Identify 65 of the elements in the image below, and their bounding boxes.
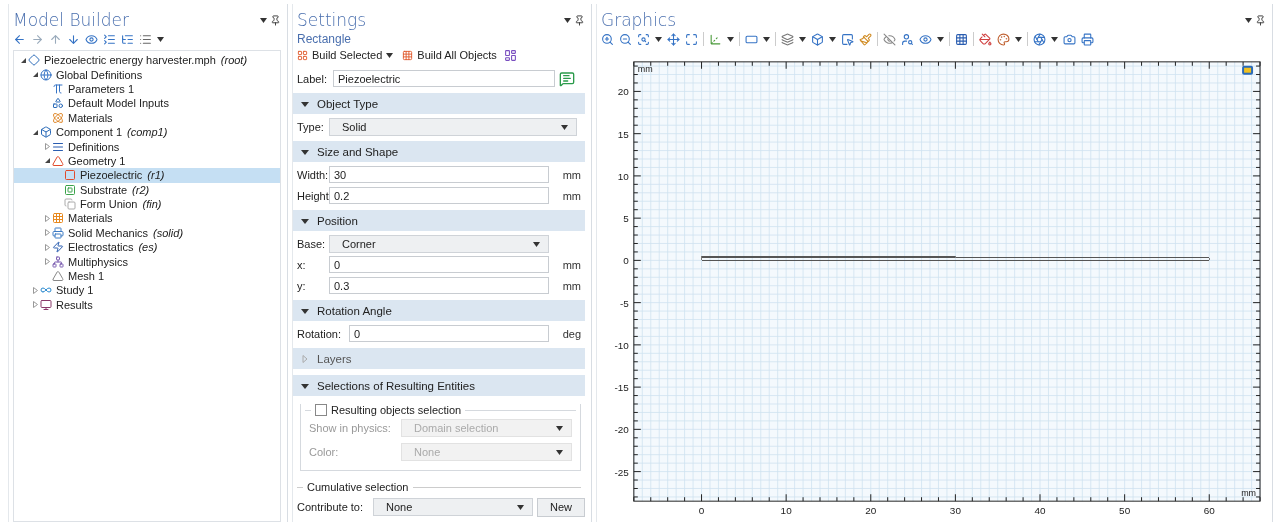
tree-item-label: Results (56, 298, 93, 311)
tree-item-tag: (r1) (147, 169, 165, 182)
field-label: Width: (297, 168, 325, 181)
tree-item-label: Parameters 1 (68, 82, 135, 95)
tick-label: -15 (614, 382, 629, 394)
tick-label: 60 (1203, 505, 1215, 514)
tree-item-label: Solid Mechanics (68, 226, 149, 239)
field-label: y: (297, 279, 307, 292)
axis-unit: mm (1241, 488, 1257, 499)
tree-item-label: Electrostatics (68, 241, 134, 254)
tick-label: 20 (865, 505, 877, 514)
axis-unit: mm (637, 63, 653, 74)
tree-item-label: Piezoelectric (80, 169, 143, 182)
unit-label: mm (561, 258, 581, 271)
field-label: Color: (309, 446, 340, 458)
tick-label: -20 (614, 424, 629, 436)
unit-label: mm (561, 279, 581, 292)
tree-item-label: Materials (68, 212, 113, 225)
tree-item-label: Definitions (68, 140, 120, 153)
tree-item-label: Piezoelectric energy harvester.mph (44, 54, 216, 67)
node-type-label: Rectangle (296, 31, 353, 46)
unit-label: deg (561, 327, 581, 340)
tree-item-label: Multiphysics (68, 255, 128, 268)
tick-label: 5 (623, 213, 629, 225)
field-label: Contribute to: (297, 501, 365, 513)
tree-item-label: Default Model Inputs (68, 97, 169, 110)
unit-label: mm (561, 189, 581, 202)
group-label: Cumulative selection (307, 481, 409, 493)
tick-label: 0 (623, 255, 629, 267)
panel-title: Graphics (601, 10, 677, 30)
field-label: Rotation: (297, 327, 343, 340)
tree-item-label: Study 1 (56, 284, 94, 297)
tree-item-label: Global Definitions (56, 68, 143, 81)
tick-label: -5 (620, 297, 629, 309)
tree-item-tag: (r2) (132, 183, 150, 196)
field-label: Label: (297, 72, 328, 85)
tree-item-tag: (comp1) (127, 126, 168, 139)
tree-item-label: Form Union (80, 198, 138, 211)
tree-item-label: Geometry 1 (68, 154, 126, 167)
tree-item-tag: (es) (138, 241, 158, 254)
tree-item-label: Component 1 (56, 126, 123, 139)
tree-item-label: Mesh 1 (68, 270, 105, 283)
tree-item-label: Substrate (80, 183, 128, 196)
tick-label: 0 (698, 505, 705, 514)
tick-label: 20 (617, 86, 629, 98)
field-label: Type: (297, 121, 325, 133)
tree-item-label: Materials (68, 111, 113, 124)
panel-title: Settings (297, 10, 367, 30)
field-label: x: (297, 258, 307, 271)
tick-label: -25 (614, 466, 629, 478)
tree-item-tag: (solid) (153, 226, 184, 239)
tree-item-tag: (fin) (142, 198, 162, 211)
tick-label: 30 (949, 505, 961, 514)
tick-label: 10 (780, 505, 792, 514)
tick-label: 10 (617, 170, 629, 182)
unit-label: mm (561, 168, 581, 181)
tree-item-tag: (root) (220, 54, 248, 67)
panel-title: Model Builder (13, 10, 130, 30)
checkbox-label: Resulting objects selection (331, 404, 462, 416)
field-label: Show in physics: (309, 422, 392, 434)
tick-label: 15 (617, 128, 629, 140)
field-label: Base: (297, 238, 325, 250)
tick-label: -10 (614, 339, 629, 351)
tick-label: 50 (1119, 505, 1131, 514)
tick-label: 40 (1034, 505, 1046, 514)
